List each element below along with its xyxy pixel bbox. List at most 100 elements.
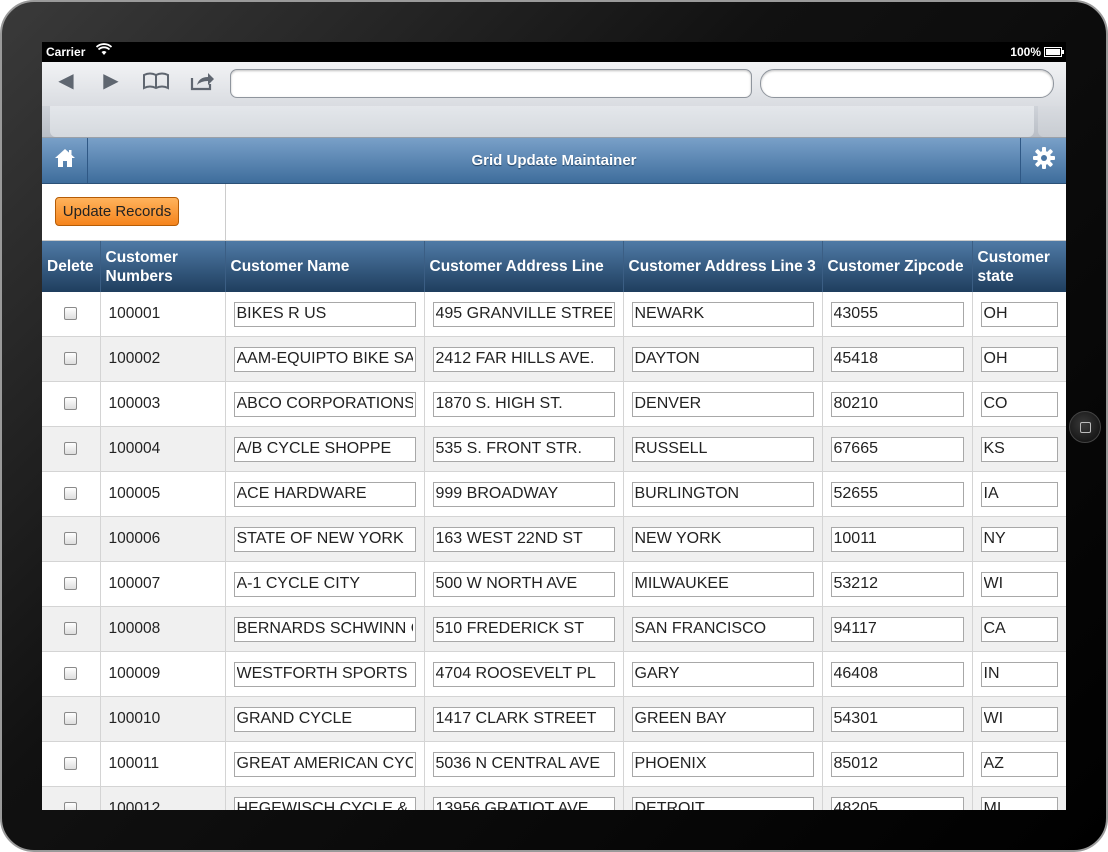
address-line-input[interactable]: [432, 301, 615, 327]
col-header-address-line-3[interactable]: Customer Address Line 3: [623, 241, 823, 292]
delete-checkbox[interactable]: [64, 487, 78, 501]
zipcode-input[interactable]: [830, 391, 964, 417]
customer-number: 100005: [100, 471, 226, 517]
zipcode-input[interactable]: [830, 571, 964, 597]
address-line-input[interactable]: [432, 391, 615, 417]
address-line-3-input[interactable]: [631, 346, 814, 372]
address-line-3-input[interactable]: [631, 751, 814, 777]
forward-button[interactable]: ▶: [94, 68, 128, 93]
zipcode-input[interactable]: [830, 751, 964, 777]
delete-checkbox[interactable]: [64, 532, 78, 546]
zipcode-input[interactable]: [830, 796, 964, 810]
address-line-3-input[interactable]: [631, 796, 814, 810]
table-row: 100006: [42, 516, 1066, 562]
home-button[interactable]: [42, 138, 88, 183]
zipcode-input[interactable]: [830, 526, 964, 552]
state-input[interactable]: [980, 706, 1058, 732]
customer-number: 100012: [100, 786, 226, 810]
col-header-customer-name[interactable]: Customer Name: [225, 241, 425, 292]
customer-name-input[interactable]: [233, 391, 416, 417]
state-input[interactable]: [980, 526, 1058, 552]
address-line-3-input[interactable]: [631, 571, 814, 597]
delete-checkbox[interactable]: [64, 757, 78, 771]
delete-checkbox[interactable]: [64, 442, 78, 456]
state-input[interactable]: [980, 661, 1058, 687]
new-tab-area[interactable]: [1038, 106, 1066, 137]
update-records-button[interactable]: Update Records: [55, 197, 179, 226]
delete-checkbox[interactable]: [64, 307, 78, 321]
customer-name-input[interactable]: [233, 571, 416, 597]
col-header-delete[interactable]: Delete: [42, 241, 101, 292]
customer-name-input[interactable]: [233, 796, 416, 810]
customer-number: 100006: [100, 516, 226, 562]
share-icon[interactable]: [186, 71, 220, 97]
col-header-customer-numbers[interactable]: Customer Numbers: [100, 241, 226, 292]
address-line-3-input[interactable]: [631, 706, 814, 732]
back-button[interactable]: ◀: [49, 68, 83, 93]
address-line-input[interactable]: [432, 616, 615, 642]
address-line-input[interactable]: [432, 436, 615, 462]
device-home-button[interactable]: [1069, 411, 1101, 443]
table-row: 100001: [42, 292, 1066, 337]
address-line-3-input[interactable]: [631, 436, 814, 462]
delete-checkbox[interactable]: [64, 577, 78, 591]
customer-name-input[interactable]: [233, 706, 416, 732]
state-input[interactable]: [980, 616, 1058, 642]
customer-name-input[interactable]: [233, 346, 416, 372]
delete-checkbox[interactable]: [64, 667, 78, 681]
address-line-3-input[interactable]: [631, 526, 814, 552]
address-line-input[interactable]: [432, 661, 615, 687]
address-line-input[interactable]: [432, 481, 615, 507]
customer-name-input[interactable]: [233, 436, 416, 462]
address-line-input[interactable]: [432, 346, 615, 372]
settings-button[interactable]: [1020, 138, 1066, 183]
delete-checkbox[interactable]: [64, 802, 78, 810]
col-header-state[interactable]: Customer state: [972, 241, 1066, 292]
customer-name-input[interactable]: [233, 751, 416, 777]
delete-checkbox[interactable]: [64, 397, 78, 411]
customer-name-input[interactable]: [233, 301, 416, 327]
zipcode-input[interactable]: [830, 301, 964, 327]
state-input[interactable]: [980, 391, 1058, 417]
customer-name-input[interactable]: [233, 481, 416, 507]
address-line-3-input[interactable]: [631, 661, 814, 687]
state-input[interactable]: [980, 751, 1058, 777]
address-line-input[interactable]: [432, 706, 615, 732]
address-line-3-input[interactable]: [631, 616, 814, 642]
state-input[interactable]: [980, 346, 1058, 372]
state-input[interactable]: [980, 301, 1058, 327]
address-line-input[interactable]: [432, 796, 615, 810]
bookmarks-icon[interactable]: [139, 72, 173, 96]
browser-tab[interactable]: [50, 106, 1034, 137]
state-input[interactable]: [980, 436, 1058, 462]
state-input[interactable]: [980, 571, 1058, 597]
device-screen: Carrier 100% ◀ ▶ Grid Update Maintainer …: [42, 42, 1066, 810]
zipcode-input[interactable]: [830, 481, 964, 507]
col-header-zipcode[interactable]: Customer Zipcode: [822, 241, 973, 292]
state-input[interactable]: [980, 481, 1058, 507]
app-header: Grid Update Maintainer: [42, 138, 1066, 184]
customer-name-input[interactable]: [233, 616, 416, 642]
address-line-3-input[interactable]: [631, 481, 814, 507]
zipcode-input[interactable]: [830, 346, 964, 372]
zipcode-input[interactable]: [830, 706, 964, 732]
zipcode-input[interactable]: [830, 436, 964, 462]
col-header-address-line[interactable]: Customer Address Line: [424, 241, 624, 292]
address-line-input[interactable]: [432, 751, 615, 777]
address-bar[interactable]: [230, 69, 752, 98]
address-line-input[interactable]: [432, 526, 615, 552]
zipcode-input[interactable]: [830, 616, 964, 642]
square-icon: [1079, 421, 1091, 433]
customer-name-input[interactable]: [233, 526, 416, 552]
delete-checkbox[interactable]: [64, 622, 78, 636]
search-field[interactable]: [760, 69, 1054, 98]
customer-name-input[interactable]: [233, 661, 416, 687]
state-input[interactable]: [980, 796, 1058, 810]
tab-strip: [42, 106, 1066, 137]
address-line-3-input[interactable]: [631, 301, 814, 327]
address-line-3-input[interactable]: [631, 391, 814, 417]
address-line-input[interactable]: [432, 571, 615, 597]
delete-checkbox[interactable]: [64, 712, 78, 726]
zipcode-input[interactable]: [830, 661, 964, 687]
delete-checkbox[interactable]: [64, 352, 78, 366]
